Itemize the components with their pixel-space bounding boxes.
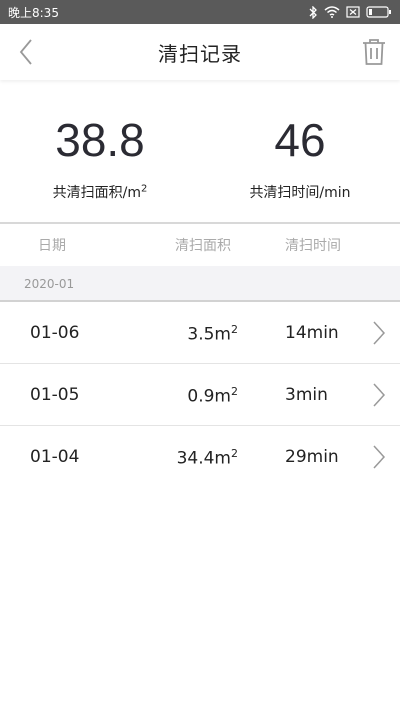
record-row[interactable]: 01-06 3.5m2 14min bbox=[0, 302, 400, 364]
month-label: 2020-01 bbox=[24, 277, 75, 291]
total-time-label: 共清扫时间/min bbox=[249, 185, 351, 201]
total-area-label: 共清扫面积/m2 bbox=[52, 183, 148, 201]
record-row[interactable]: 01-04 34.4m2 29min bbox=[0, 426, 400, 488]
record-area: 34.4m2 bbox=[176, 447, 238, 469]
page-title: 清扫记录 bbox=[158, 41, 242, 66]
chevron-left-icon bbox=[19, 39, 32, 65]
record-row[interactable]: 01-05 0.9m2 3min bbox=[0, 364, 400, 426]
delete-button[interactable] bbox=[358, 36, 390, 68]
status-time: 晚上8:35 bbox=[8, 5, 59, 20]
chevron-right-icon bbox=[373, 383, 386, 407]
column-header-time: 清扫时间 bbox=[285, 238, 341, 254]
record-time: 14min bbox=[285, 323, 339, 343]
battery-icon bbox=[366, 6, 391, 18]
status-bar: 晚上8:35 bbox=[0, 0, 400, 24]
chevron-right-icon bbox=[373, 321, 386, 345]
record-area: 3.5m2 bbox=[187, 323, 238, 345]
total-area: 38.8 共清扫面积/m2 bbox=[0, 92, 200, 222]
wifi-icon bbox=[324, 6, 340, 18]
summary-section: 38.8 共清扫面积/m2 46 共清扫时间/min bbox=[0, 92, 400, 222]
table-header: 日期 清扫面积 清扫时间 bbox=[0, 224, 400, 266]
trash-icon bbox=[363, 39, 385, 65]
chevron-right-icon bbox=[373, 445, 386, 469]
column-header-area: 清扫面积 bbox=[175, 238, 231, 254]
record-area: 0.9m2 bbox=[187, 385, 238, 407]
sim-off-icon bbox=[346, 6, 360, 18]
record-time: 29min bbox=[285, 447, 339, 467]
total-area-value: 38.8 bbox=[55, 114, 145, 166]
column-header-date: 日期 bbox=[38, 238, 66, 254]
month-group-header: 2020-01 bbox=[0, 266, 400, 302]
record-list: 01-06 3.5m2 14min 01-05 0.9m2 3min 01-04… bbox=[0, 302, 400, 488]
total-time: 46 共清扫时间/min bbox=[200, 92, 400, 222]
record-time: 3min bbox=[285, 385, 328, 405]
record-date: 01-05 bbox=[30, 385, 80, 405]
record-date: 01-06 bbox=[30, 323, 80, 343]
bluetooth-icon bbox=[309, 5, 317, 19]
total-time-value: 46 bbox=[274, 114, 326, 166]
back-button[interactable] bbox=[12, 38, 40, 66]
app-bar: 清扫记录 bbox=[0, 24, 400, 80]
status-icons bbox=[308, 5, 392, 19]
record-date: 01-04 bbox=[30, 447, 80, 467]
